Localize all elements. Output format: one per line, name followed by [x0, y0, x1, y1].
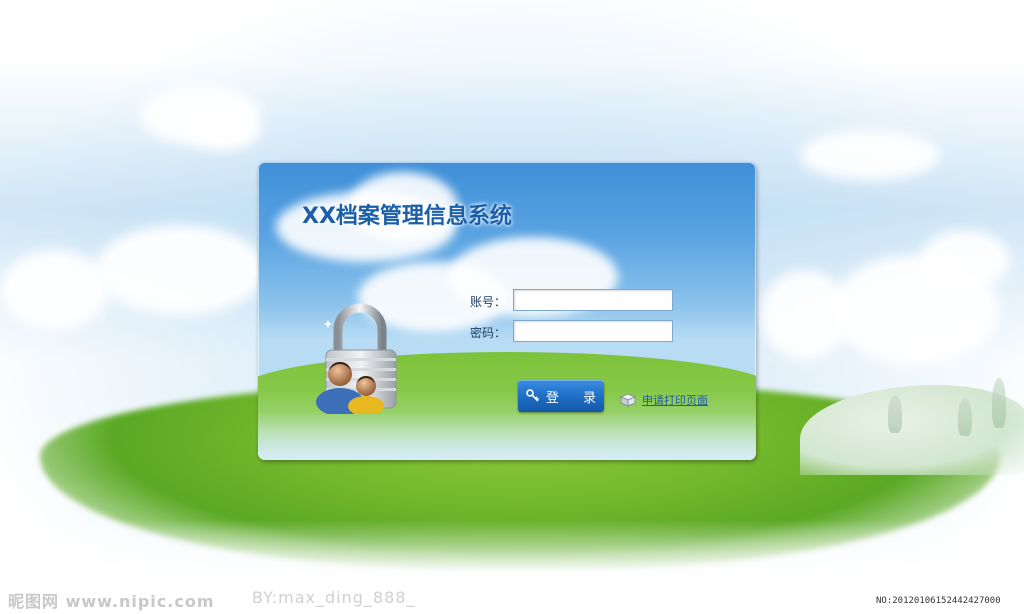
apply-print-link[interactable]: 申请打印页面	[620, 392, 708, 408]
package-icon	[620, 393, 636, 407]
cloud	[760, 270, 850, 360]
cloud	[0, 250, 110, 330]
watermark-author: BY:max_ding_888_	[252, 588, 416, 607]
lock-users-icon	[316, 303, 397, 414]
cloud	[95, 225, 265, 315]
login-panel: XX档案管理信息系统 账号： 密码： 登 录 申请打印页面	[258, 162, 756, 460]
tree	[992, 378, 1006, 428]
system-title: XX档案管理信息系统	[302, 204, 512, 229]
cloud	[920, 230, 1010, 290]
key-icon	[526, 389, 539, 402]
account-input[interactable]	[513, 289, 673, 311]
apply-link-label: 申请打印页面	[642, 394, 708, 407]
watermark-site: 昵图网 www.nipic.com	[8, 592, 215, 611]
cloud	[190, 110, 260, 150]
account-label: 账号：	[470, 295, 507, 309]
tree	[888, 395, 902, 433]
login-button-label: 登 录	[545, 390, 607, 406]
tree	[958, 398, 972, 436]
password-input[interactable]	[513, 320, 673, 342]
panel-fog	[258, 412, 756, 460]
password-label: 密码：	[470, 326, 507, 340]
login-button[interactable]: 登 录	[518, 380, 604, 412]
cloud	[800, 130, 940, 180]
watermark-id: NO:20120106152442427000	[876, 596, 1001, 606]
